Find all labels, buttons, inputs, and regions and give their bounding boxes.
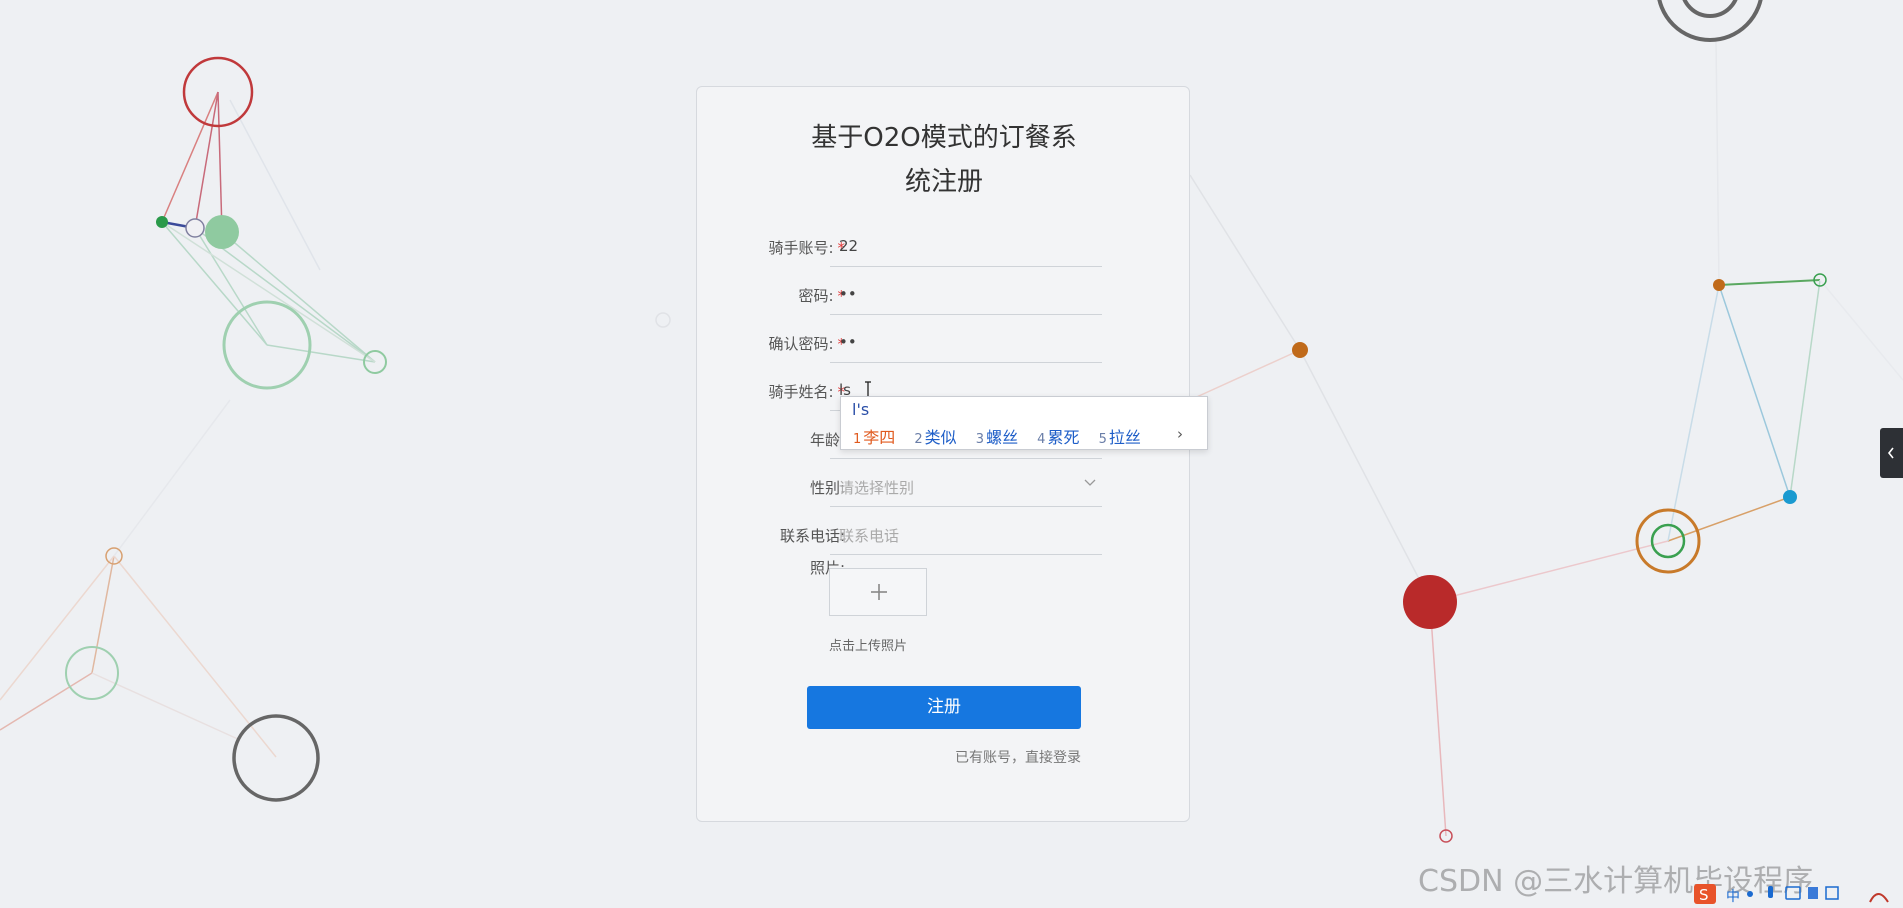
page-title-line2: 统注册 [904,167,983,197]
phone-row: 联系电话: 联系电话 [697,507,1191,555]
password-input[interactable] [830,273,1102,315]
ime-composition: l's [852,400,870,419]
ime-candidate-window: l's 1 李四 2 类似 3 螺丝 4 累死 5 拉丝 › [840,396,1208,450]
ime-candidate-list: 1 李四 2 类似 3 螺丝 4 累死 5 拉丝 [853,424,1155,448]
plus-icon [871,584,887,600]
photo-upload-button[interactable] [829,568,927,616]
ime-next-page-button[interactable]: › [1177,425,1183,443]
ime-candidate[interactable]: 5 拉丝 [1099,428,1141,447]
register-button[interactable]: 注册 [807,686,1081,729]
upload-hint: 点击上传照片 [829,639,908,654]
password-label: 密码: [798,287,834,305]
rider-account-row: 骑手账号: * 22 [697,219,1191,267]
ime-candidate[interactable]: 4 累死 [1037,428,1079,447]
side-panel-toggle[interactable] [1880,428,1903,478]
gender-row: 性别: 请选择性别 [697,459,1191,507]
svg-text:S: S [1699,886,1709,904]
system-tray-icons: S 中 [1694,884,1889,905]
confirm-password-value: •• [839,333,857,351]
login-link[interactable]: 已有账号，直接登录 [955,747,1081,767]
register-card: 基于O2O模式的订餐系 统注册 骑手账号: * 22 密码: * •• 确认密码: *… [696,86,1190,822]
confirm-password-label: 确认密码: [768,335,834,353]
gender-placeholder: 请选择性别 [839,479,915,497]
ime-candidate[interactable]: 2 类似 [914,428,956,447]
page-title: 基于O2O模式的订餐系 [811,123,1077,153]
confirm-password-input[interactable] [830,321,1102,363]
svg-text:中: 中 [1726,889,1740,905]
phone-placeholder: 联系电话 [839,527,900,545]
ime-candidate[interactable]: 1 李四 [853,428,895,447]
rider-account-input[interactable] [830,225,1102,267]
ime-candidate[interactable]: 3 螺丝 [976,428,1018,447]
chevron-left-icon [1887,447,1894,459]
photo-row: 照片: [697,555,1191,603]
password-value: •• [839,285,857,303]
rider-account-label: 骑手账号: [768,239,834,257]
confirm-password-row: 确认密码: * •• [697,315,1191,363]
password-row: 密码: * •• [697,267,1191,315]
chevron-down-icon [1084,479,1096,486]
rider-name-label: 骑手姓名: [768,383,834,401]
rider-account-value: 22 [839,237,859,255]
